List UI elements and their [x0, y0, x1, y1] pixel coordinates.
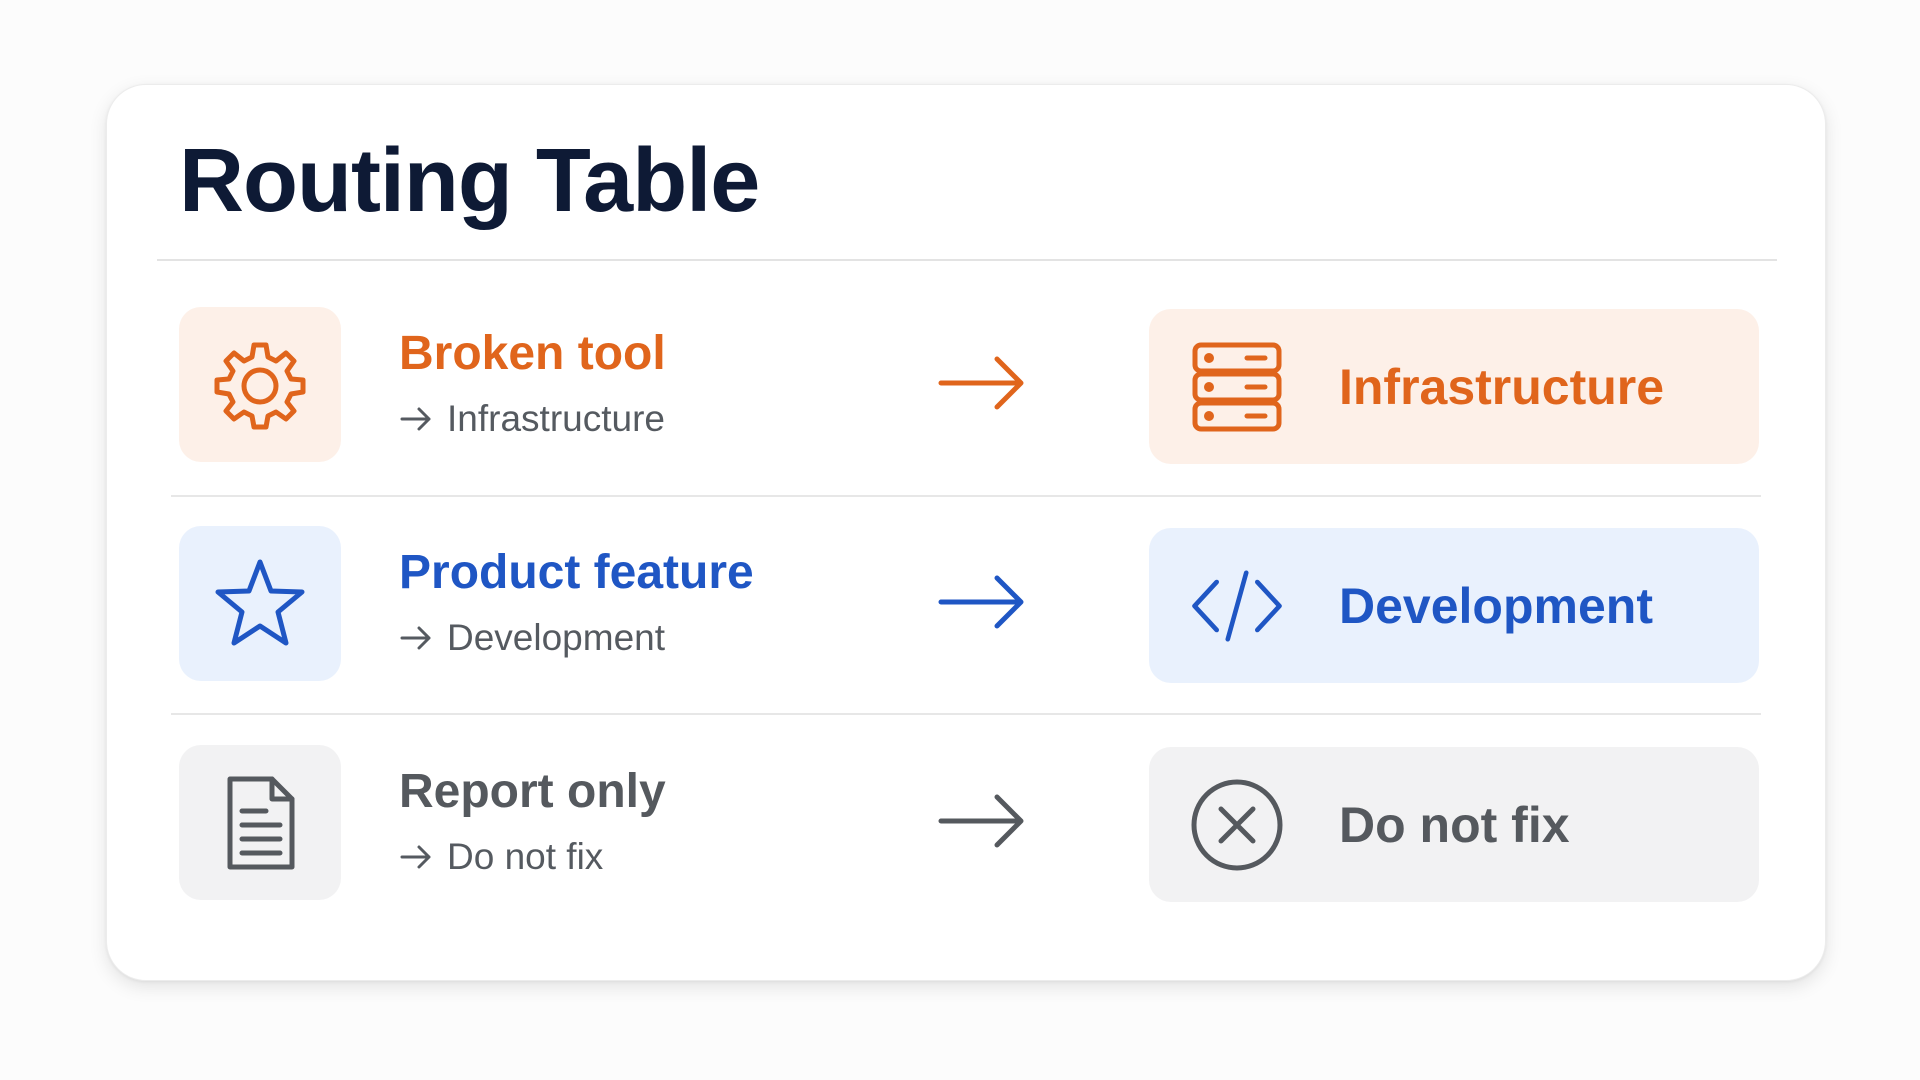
- routing-table-card: Routing Table Broken tool Infrastructure: [106, 84, 1826, 981]
- arrow-right-icon: [938, 575, 1024, 629]
- row-label: Product feature: [399, 546, 754, 599]
- destination-infrastructure: Infrastructure: [1149, 309, 1759, 464]
- arrow-right-icon: [938, 794, 1024, 848]
- x-circle-icon: [1189, 777, 1285, 873]
- gear-icon: [179, 307, 341, 462]
- row-label: Report only: [399, 765, 666, 818]
- arrow-right-icon: [938, 356, 1024, 410]
- server-icon: [1189, 339, 1285, 435]
- row-sub-label: Do not fix: [447, 835, 604, 877]
- row-divider: [171, 713, 1761, 715]
- row-label: Broken tool: [399, 327, 666, 380]
- row-sub-label: Development: [447, 616, 666, 658]
- star-icon: [179, 526, 341, 681]
- row-divider: [171, 495, 1761, 497]
- destination-do-not-fix: Do not fix: [1149, 747, 1759, 902]
- document-icon: [179, 745, 341, 900]
- destination-label: Infrastructure: [1339, 358, 1665, 415]
- arrow-right-icon: [399, 406, 433, 432]
- arrow-right-icon: [399, 844, 433, 870]
- row-sub-label: Infrastructure: [447, 397, 665, 439]
- destination-development: Development: [1149, 528, 1759, 683]
- arrow-right-icon: [399, 625, 433, 651]
- table-row-broken-tool: Broken tool Infrastructure Infrastructur…: [179, 307, 1759, 464]
- destination-label: Development: [1339, 577, 1653, 634]
- destination-label: Do not fix: [1339, 796, 1570, 853]
- table-row-product-feature: Product feature Development Development: [179, 526, 1759, 683]
- code-icon: [1189, 558, 1285, 654]
- table-row-report-only: Report only Do not fix Do not fix: [179, 745, 1759, 902]
- page-title: Routing Table: [179, 131, 760, 231]
- title-divider: [157, 259, 1777, 261]
